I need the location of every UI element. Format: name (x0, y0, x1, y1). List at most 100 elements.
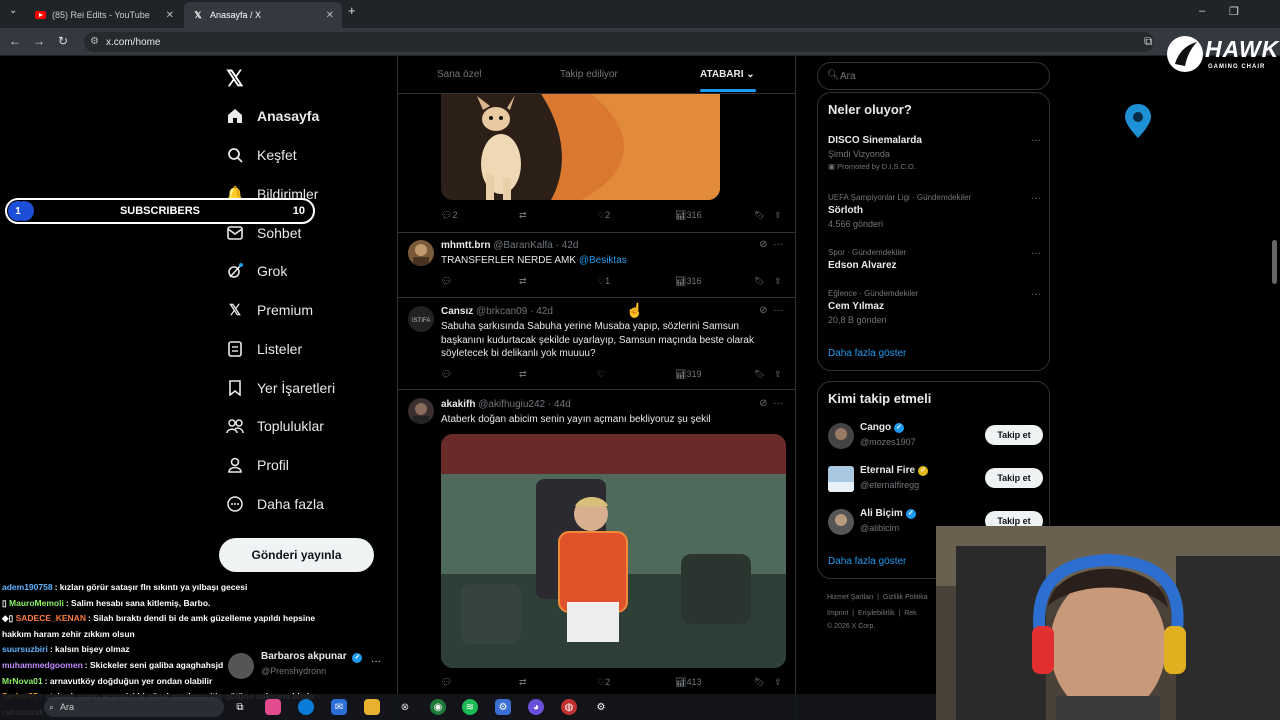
avatar[interactable] (828, 466, 854, 492)
repost-icon[interactable]: ⇄ (519, 276, 527, 287)
share-icon[interactable]: ⇪ (774, 276, 782, 287)
chrome-icon[interactable]: ◉ (430, 699, 446, 715)
more-icon[interactable]: ··· (1031, 193, 1041, 204)
trend-item[interactable]: DISCO Sinemalarda Şimdi Vizyonda ▣ Promo… (828, 135, 1043, 171)
grok-icon[interactable]: ⊘ ··· (759, 239, 783, 250)
nav-item-communities[interactable]: Topluluklar (226, 411, 324, 441)
grok-icon[interactable]: ⊘ ··· (759, 398, 783, 409)
footer-link[interactable]: Rek (904, 610, 916, 617)
nav-item-premium[interactable]: 𝕏 Premium (226, 295, 313, 325)
mention-link[interactable]: @Besiktas (579, 255, 627, 266)
more-icon[interactable]: ··· (1031, 135, 1041, 146)
trend-item[interactable]: UEFA Şampiyonlar Ligi · Gündemdekiler Sö… (828, 193, 1043, 229)
like-icon[interactable]: ♡ 2 (597, 210, 610, 221)
bookmark-icon[interactable]: 🔖︎ (754, 210, 765, 221)
tab-search-icon[interactable]: ⌄ (9, 5, 17, 16)
follow-button[interactable]: Takip et (985, 425, 1043, 445)
edge-icon[interactable] (298, 699, 314, 715)
forward-icon[interactable]: → (33, 34, 45, 48)
views-icon[interactable]: 📊︎ 319 (675, 369, 701, 380)
tab-for-you[interactable]: Sana özel (437, 69, 481, 80)
reply-icon[interactable]: 💬︎ 2 (441, 210, 457, 221)
account-switcher[interactable]: Barbaros akpunar ✓ @Prenshydronn ··· (228, 650, 388, 682)
avatar[interactable] (408, 240, 434, 266)
copilot-icon[interactable] (265, 699, 281, 715)
steam-icon[interactable]: ⚙ (495, 699, 511, 715)
like-icon[interactable]: ♡ 1 (597, 276, 610, 287)
bookmark-icon[interactable]: 🔖︎ (754, 677, 765, 688)
task-view-icon[interactable]: ⧉ (232, 699, 248, 715)
page-scrollbar[interactable] (1272, 240, 1277, 284)
nav-item-grok[interactable]: Grok (226, 256, 287, 286)
share-icon[interactable]: ⇪ (774, 210, 782, 221)
more-icon[interactable]: ··· (1031, 289, 1041, 300)
reply-icon[interactable]: 💬︎ (441, 677, 452, 688)
footer-link[interactable]: Hizmet Şartları (827, 594, 873, 601)
repost-icon[interactable]: ⇄ (519, 677, 527, 688)
x-logo-icon[interactable]: 𝕏 (226, 66, 244, 92)
suggestion-row[interactable]: Eternal Fire ✓ @eternalfiregg Takip et (828, 464, 1043, 494)
trend-item[interactable]: Spor · Gündemdekiler Edson Alvarez ··· (828, 248, 1043, 271)
display-name[interactable]: akakifh (441, 399, 475, 410)
post-media-image[interactable] (441, 94, 720, 200)
back-icon[interactable]: ← (9, 34, 21, 48)
like-icon[interactable]: ♡ (597, 369, 605, 380)
avatar[interactable] (828, 509, 854, 535)
handle[interactable]: @brkcan09 (476, 306, 527, 317)
reply-icon[interactable]: 💬︎ (441, 276, 452, 287)
more-icon[interactable]: ··· (1031, 248, 1041, 259)
nav-item-lists[interactable]: Listeler (226, 334, 302, 364)
tab-x-home[interactable]: 𝕏 Anasayfa / X ✕ (184, 2, 342, 28)
url-field[interactable]: ⚙ x.com/home (84, 32, 1154, 52)
cast-icon[interactable]: ⧉ (1144, 34, 1153, 49)
site-info-icon[interactable]: ⚙ (90, 36, 99, 47)
avatar[interactable]: ISTIFA (408, 306, 434, 332)
footer-link[interactable]: Gizlilik Politika (883, 594, 928, 601)
post-time[interactable]: · 44d (548, 399, 571, 410)
settings-icon[interactable]: ⚙ (593, 699, 609, 715)
nav-item-explore[interactable]: Keşfet (226, 140, 297, 170)
views-icon[interactable]: 📊︎ 316 (675, 276, 701, 287)
close-icon[interactable]: ✕ (326, 10, 334, 21)
more-icon[interactable]: ··· (371, 656, 381, 667)
footer-link[interactable]: Imprint (827, 610, 848, 617)
follow-button[interactable]: Takip et (985, 468, 1043, 488)
post-time[interactable]: · 42d (530, 306, 553, 317)
grok-icon[interactable]: ⊘ ··· (759, 305, 783, 316)
display-name[interactable]: mhmtt.brn (441, 240, 490, 251)
bookmark-icon[interactable]: 🔖︎ (754, 369, 765, 380)
post-time[interactable]: · 42d (556, 240, 579, 251)
tab-atabari[interactable]: ATABARI ⌄ (700, 69, 756, 92)
avatar[interactable] (828, 423, 854, 449)
bookmark-icon[interactable]: 🔖︎ (754, 276, 765, 287)
nav-item-bookmarks[interactable]: Yer İşaretleri (226, 373, 335, 403)
like-icon[interactable]: ♡ 2 (597, 677, 610, 688)
search-input[interactable]: 🔍︎ Ara (817, 62, 1050, 90)
handle[interactable]: @akifhugiu242 (478, 399, 545, 410)
file-explorer-icon[interactable] (364, 699, 380, 715)
reload-icon[interactable]: ↻ (58, 34, 68, 48)
restore-icon[interactable]: ❐ (1229, 5, 1239, 18)
handle[interactable]: @BaranKalfa (493, 240, 553, 251)
reply-icon[interactable]: 💬︎ (441, 369, 452, 380)
minimize-icon[interactable]: – (1199, 5, 1205, 17)
repost-icon[interactable]: ⇄ (519, 210, 527, 221)
share-icon[interactable]: ⇪ (774, 369, 782, 380)
display-name[interactable]: Cansız (441, 306, 473, 317)
post-button[interactable]: Gönderi yayınla (219, 538, 374, 572)
taskbar-search[interactable]: ⌕ Ara (44, 697, 224, 717)
show-more-link[interactable]: Daha fazla göster (828, 348, 906, 359)
tab-youtube[interactable]: (85) Rei Edits - YouTube ✕ (26, 2, 182, 28)
spotify-icon[interactable]: ≋ (462, 699, 478, 715)
close-icon[interactable]: ✕ (166, 10, 174, 21)
mail-app-icon[interactable]: ✉ (331, 699, 347, 715)
post-media-image[interactable] (441, 434, 786, 668)
trend-item[interactable]: Eğlence · Gündemdekiler Cem Yılmaz 20,8 … (828, 289, 1043, 325)
obs-icon[interactable]: ◍ (561, 699, 577, 715)
tab-following[interactable]: Takip ediliyor (560, 69, 618, 80)
avatar[interactable] (408, 398, 434, 424)
discord-icon[interactable]: ◕ (528, 699, 544, 715)
views-icon[interactable]: 📊︎ 316 (675, 210, 701, 221)
footer-link[interactable]: Erişilebilirlik (858, 610, 895, 617)
nav-item-profile[interactable]: Profil (226, 450, 289, 480)
